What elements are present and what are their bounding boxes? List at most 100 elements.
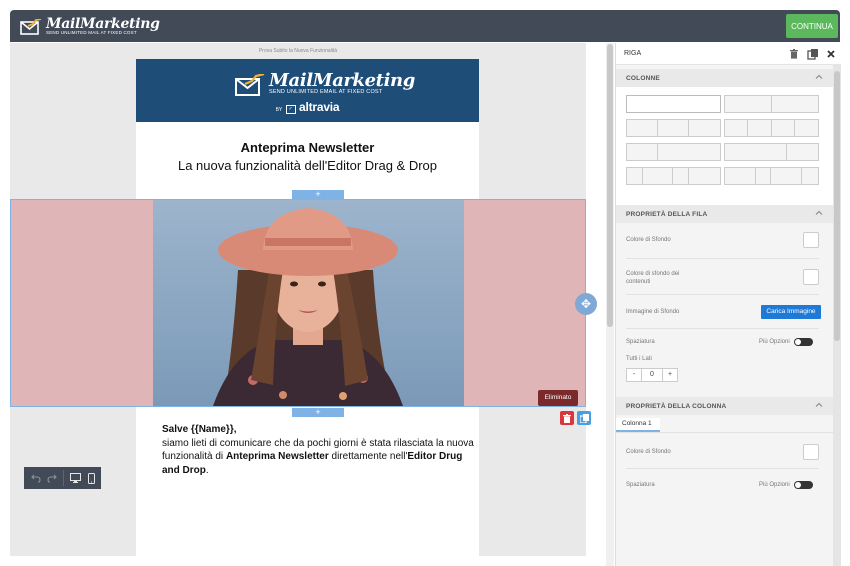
by-text: BY <box>275 107 283 113</box>
newsletter-heading[interactable]: Anteprima Newsletter La nuova funzionali… <box>136 139 479 175</box>
col-bg-color-label: Colore di Sfondo <box>626 449 671 455</box>
trash-icon <box>563 413 571 423</box>
divider <box>626 328 819 329</box>
close-icon[interactable] <box>825 48 837 60</box>
continue-button[interactable]: CONTINUA <box>786 14 838 38</box>
top-bar: MailMarketing SEND UNLIMITED MAIL AT FIX… <box>10 10 840 42</box>
row-spacing-label: Spaziatura <box>626 339 655 345</box>
undo-button[interactable] <box>28 467 44 489</box>
section-column-props-label: PROPRIETÀ DELLA COLONNA <box>626 403 727 410</box>
divider <box>626 468 819 469</box>
altravia-brand: altravia <box>298 100 340 114</box>
row-more-options-toggle[interactable] <box>793 338 813 346</box>
envelope-logo-icon <box>20 19 42 35</box>
row-toolbar <box>560 411 591 425</box>
col-bg-color-swatch[interactable] <box>803 444 819 460</box>
panel-body: COLONNE PROPRIETÀ DELLA FILA Colore di S… <box>616 65 833 566</box>
email-by-line: BY ✓ altravia <box>136 100 479 115</box>
email-preheader: Prova Subito la Nuova Funzionalità <box>258 48 338 54</box>
divider <box>616 432 833 433</box>
undo-icon <box>31 474 41 483</box>
row-bg-image-label: Immagine di Sfondo <box>626 309 680 315</box>
divider <box>626 294 819 295</box>
chevron-up-icon <box>815 402 823 407</box>
app-logo: MailMarketing SEND UNLIMITED MAIL AT FIX… <box>20 16 160 36</box>
logo-brand-text: MailMarketing <box>46 16 160 32</box>
delete-row-button[interactable] <box>560 411 574 425</box>
col-more-options: Più Opzioni <box>759 481 813 489</box>
row-content-bg-swatch[interactable] <box>803 269 819 285</box>
all-sides-label: Tutti i Lati <box>626 356 652 362</box>
layout-2-columns[interactable] <box>724 95 819 113</box>
row-content-bg-label-line1: Colore di sfondo dei <box>626 271 680 277</box>
greeting-text: Salve {{Name}}, <box>162 424 237 435</box>
body-paragraph-end: . <box>205 464 209 476</box>
row-more-options-label: Più Opzioni <box>759 339 790 345</box>
redo-icon <box>47 474 57 483</box>
chevron-up-icon <box>815 210 823 215</box>
envelope-logo-icon <box>235 73 265 96</box>
row-bg-color-swatch[interactable] <box>803 232 819 248</box>
email-body-text[interactable]: Salve {{Name}}, siamo lieti di comunicar… <box>162 423 482 477</box>
layout-2-1-columns[interactable] <box>724 143 819 161</box>
layout-1-column[interactable] <box>626 95 721 113</box>
panel-title: RIGA <box>624 50 642 57</box>
redo-button[interactable] <box>44 467 60 489</box>
col-more-options-label: Più Opzioni <box>759 482 790 488</box>
email-logo: MailMarketing SEND UNLIMITED EMAIL AT FI… <box>235 70 415 96</box>
layout-1-2-1-columns[interactable] <box>626 167 721 185</box>
layout-3-columns[interactable] <box>626 119 721 137</box>
row-more-options: Più Opzioni <box>759 338 813 346</box>
layout-1-3-columns[interactable] <box>626 143 721 161</box>
body-bold-1: Anteprima Newsletter <box>225 451 329 462</box>
heading-line-2: La nuova funzionalità dell'Editor Drag &… <box>177 158 438 173</box>
row-bg-color-label: Colore di Sfondo <box>626 237 671 243</box>
mobile-view-button[interactable] <box>83 467 99 489</box>
mobile-icon <box>87 472 95 484</box>
photo-illustration <box>153 200 464 406</box>
divider <box>626 258 819 259</box>
move-row-icon[interactable]: ✥ <box>575 293 597 315</box>
canvas-scroll-thumb[interactable] <box>607 44 613 327</box>
stepper-minus-button[interactable]: - <box>626 368 642 382</box>
email-logo-brand: MailMarketing <box>269 70 415 91</box>
heading-line-1: Anteprima Newsletter <box>240 140 375 155</box>
delete-tooltip: Eliminato <box>538 390 578 406</box>
row-content-bg-label: Colore di sfondo dei contenuti <box>626 270 679 286</box>
canvas-scrollbar[interactable] <box>606 43 614 566</box>
properties-panel: RIGA COLONNE PROPRIETÀ DELLA FILA Colore… <box>615 43 841 566</box>
view-toolbar <box>24 467 101 489</box>
layout-4-columns[interactable] <box>724 119 819 137</box>
col-spacing-label: Spaziatura <box>626 482 655 488</box>
chevron-up-icon <box>815 74 823 79</box>
toolbar-divider <box>63 470 64 486</box>
section-row-props-header[interactable]: PROPRIETÀ DELLA FILA <box>616 205 833 223</box>
panel-scroll-thumb[interactable] <box>834 71 840 341</box>
body-paragraph-2: direttamente nell' <box>328 451 408 462</box>
panel-scrollbar[interactable] <box>833 65 841 566</box>
desktop-view-button[interactable] <box>67 467 83 489</box>
section-columns-header[interactable]: COLONNE <box>616 69 833 87</box>
stepper-value[interactable]: 0 <box>642 368 662 382</box>
tab-column-1[interactable]: Colonna 1 <box>616 418 660 432</box>
desktop-icon <box>69 473 81 483</box>
section-column-props-header[interactable]: PROPRIETÀ DELLA COLONNA <box>616 397 833 415</box>
add-row-below-button[interactable]: + <box>292 408 344 417</box>
row-spacing-stepper: - 0 + <box>626 368 678 382</box>
section-columns-label: COLONNE <box>626 75 660 82</box>
add-row-above-button[interactable]: + <box>292 190 344 199</box>
panel-header: RIGA <box>616 43 841 65</box>
section-row-props-label: PROPRIETÀ DELLA FILA <box>626 211 708 218</box>
woman-photo-image <box>153 200 464 406</box>
duplicate-row-button[interactable] <box>577 411 591 425</box>
upload-image-button[interactable]: Carica Immagine <box>761 305 821 319</box>
row-content-bg-label-line2: contenuti <box>626 279 651 285</box>
stepper-plus-button[interactable]: + <box>662 368 678 382</box>
copy-icon[interactable] <box>807 48 819 60</box>
selected-row[interactable]: ✥ Eliminato <box>10 199 597 407</box>
col-more-options-toggle[interactable] <box>793 481 813 489</box>
email-header-block[interactable]: MailMarketing SEND UNLIMITED EMAIL AT FI… <box>136 59 479 122</box>
trash-icon[interactable] <box>788 48 800 60</box>
layout-mixed-columns[interactable] <box>724 167 819 185</box>
copy-icon <box>579 413 589 423</box>
